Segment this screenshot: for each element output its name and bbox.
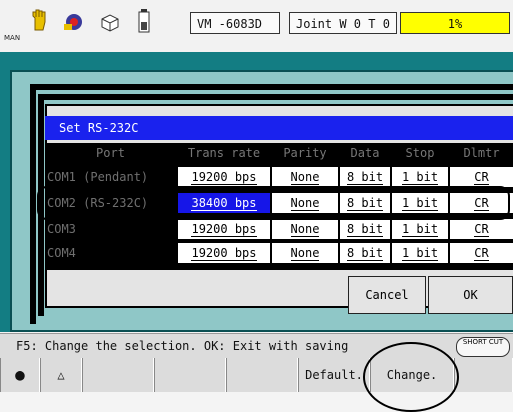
shortcut-button[interactable]: SHORT CUT [456, 337, 510, 357]
ok-button[interactable]: OK [428, 276, 513, 314]
cube-icon[interactable] [98, 12, 122, 36]
mode-label: MAN [4, 34, 21, 42]
delimiter-cell[interactable]: CR [450, 243, 513, 263]
data-bits-cell[interactable]: 8 bit [340, 243, 390, 263]
trans-rate-cell[interactable]: 19200 bps [178, 219, 270, 239]
hand-icon[interactable] [28, 8, 52, 32]
f2-key[interactable]: △ [40, 358, 82, 392]
robot-mode-field: VM -6083D [190, 12, 280, 34]
port-label: COM1 (Pendant) [47, 170, 149, 184]
column-header-data: Data [350, 146, 380, 160]
port-label: COM4 [47, 246, 76, 260]
status-toolbar: MAN VM -6083D Joint W 0 T 0 1% [0, 0, 513, 53]
column-header-stop: Stop [405, 146, 435, 160]
battery-icon [132, 8, 156, 33]
column-header-port: Port [96, 146, 125, 160]
default-button[interactable]: Default. [298, 358, 370, 392]
delimiter-cell[interactable]: CR [450, 219, 513, 239]
row-highlight-ring [37, 186, 510, 220]
stop-bits-cell[interactable]: 1 bit [392, 167, 448, 187]
column-header-rate: Trans rate [187, 146, 261, 160]
trans-rate-cell[interactable]: 19200 bps [178, 167, 270, 187]
stacked-window-edge [30, 84, 513, 90]
speed-field: 1% [400, 12, 510, 34]
callout-circle [363, 342, 459, 412]
stacked-window-edge [38, 94, 513, 100]
parity-cell[interactable]: None [272, 167, 338, 187]
f5-key[interactable] [226, 358, 298, 392]
column-header-parity: Parity [283, 146, 327, 160]
f3-key[interactable] [82, 358, 154, 392]
stacked-window-edge [30, 84, 36, 324]
data-bits-cell[interactable]: 8 bit [340, 219, 390, 239]
port-label: COM3 [47, 222, 76, 236]
column-header-dlmtr: Dlmtr [463, 146, 500, 160]
data-bits-cell[interactable]: 8 bit [340, 167, 390, 187]
dialog-title: Set RS-232C [45, 116, 513, 140]
parity-cell[interactable]: None [272, 243, 338, 263]
gear-icon[interactable] [62, 10, 86, 34]
f1-key[interactable]: ● [0, 358, 40, 392]
delimiter-cell[interactable]: CR [450, 167, 513, 187]
stop-bits-cell[interactable]: 1 bit [392, 219, 448, 239]
cancel-button[interactable]: Cancel [348, 276, 426, 314]
joint-field: Joint W 0 T 0 [289, 12, 397, 34]
stop-bits-cell[interactable]: 1 bit [392, 243, 448, 263]
shortcut-label: SHORT CUT [462, 338, 504, 346]
f7-key[interactable] [454, 358, 513, 392]
trans-rate-cell[interactable]: 19200 bps [178, 243, 270, 263]
f4-key[interactable] [154, 358, 226, 392]
parity-cell[interactable]: None [272, 219, 338, 239]
